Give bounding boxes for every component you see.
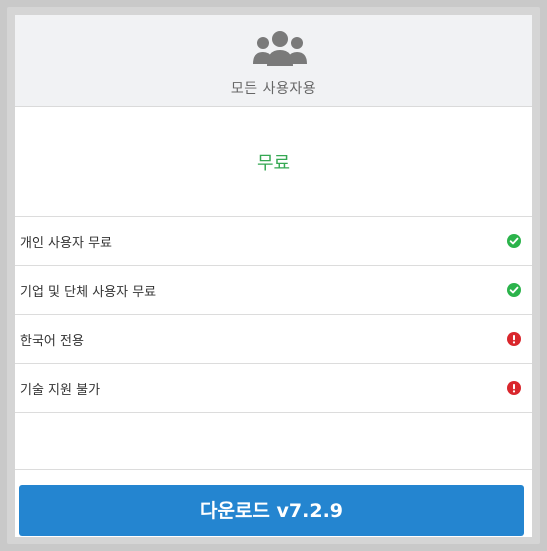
alert-icon [507, 332, 521, 346]
feature-item: 한국어 전용 [15, 315, 532, 364]
download-area: 다운로드 v7.2.9 [15, 469, 532, 537]
check-icon [507, 283, 521, 297]
download-button[interactable]: 다운로드 v7.2.9 [19, 485, 524, 536]
feature-label: 기업 및 단체 사용자 무료 [20, 285, 157, 300]
feature-item: 기술 지원 불가 [15, 364, 532, 413]
price-section: 무료 [15, 107, 532, 217]
check-icon [507, 234, 521, 248]
pricing-card-inner: 모든 사용자용 무료 개인 사용자 무료 기업 및 단체 사용자 무료 한국어 … [15, 15, 532, 537]
alert-icon [507, 381, 521, 395]
users-icon [253, 31, 307, 66]
feature-item: 개인 사용자 무료 [15, 217, 532, 266]
pricing-card: 모든 사용자용 무료 개인 사용자 무료 기업 및 단체 사용자 무료 한국어 … [7, 7, 540, 544]
price-label: 무료 [256, 153, 291, 174]
feature-label: 개인 사용자 무료 [20, 236, 112, 251]
feature-item: 기업 및 단체 사용자 무료 [15, 266, 532, 315]
feature-label: 한국어 전용 [20, 334, 84, 349]
plan-audience-title: 모든 사용자용 [230, 81, 317, 97]
feature-list: 개인 사용자 무료 기업 및 단체 사용자 무료 한국어 전용 기술 지원 불가 [15, 217, 532, 413]
plan-header: 모든 사용자용 [15, 15, 532, 107]
feature-label: 기술 지원 불가 [20, 383, 101, 398]
